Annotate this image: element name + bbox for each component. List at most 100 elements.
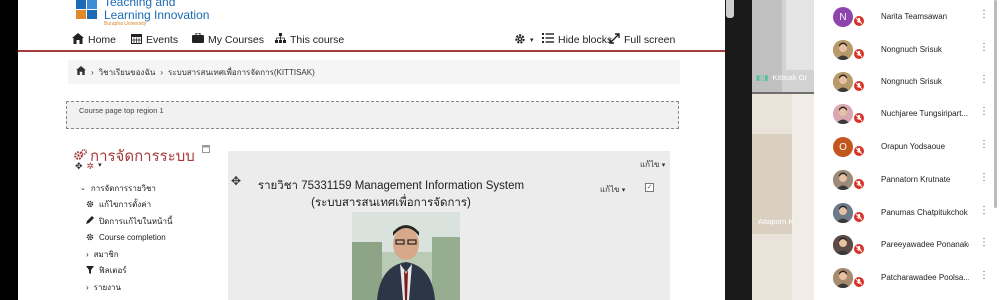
edit-menu-top[interactable]: แก้ไข ▾ [640,158,665,171]
expand-icon [609,33,620,47]
menu-item-label: การจัดการรายวิชา [90,183,156,193]
participant-name: Panumas Chatpitukchok [881,208,968,217]
participant-avatar: O [833,137,853,157]
participant-name: Pannatorn Krutnate [881,175,951,184]
caret-down-icon: ▾ [621,187,626,194]
participant-name: Nongnuch Srisuk [881,77,942,86]
edit-menu-section[interactable]: แก้ไข ▾ [600,183,625,196]
more-options-icon[interactable]: ⋮ [979,10,989,20]
menu-reports[interactable]: › รายงาน [80,279,240,296]
more-options-icon[interactable]: ⋮ [979,75,989,85]
participant-name: Patcharawadee Poolsa... [881,273,969,282]
menu-filters[interactable]: ฟิลเตอร์ [80,263,240,280]
more-options-icon[interactable]: ⋮ [979,107,989,117]
muted-mic-icon [853,276,865,288]
nav-this-course-label: This course [290,33,345,46]
caret-down-icon: ▾ [530,37,534,44]
participant-row[interactable]: Panumas Chatpitukchok ⋮ [814,197,1000,230]
gear-icon [514,33,526,48]
full-screen-button[interactable]: Full screen [609,33,675,47]
more-options-icon[interactable]: ⋮ [979,43,989,53]
home-icon [72,33,84,47]
more-options-icon[interactable]: ⋮ [979,271,989,281]
nav-home[interactable]: Home [72,33,116,47]
logo-line-1: Teaching and [104,0,176,9]
nav-events[interactable]: Events [131,33,178,47]
briefcase-icon [192,32,204,46]
chevron-right-icon: › [86,282,89,292]
participant-avatar [833,203,853,223]
home-icon[interactable] [76,66,86,78]
participant-name: Orapun Yodsaoue [881,142,946,151]
settings-menu-button[interactable]: ▾ [514,33,534,48]
menu-item-label: Course completion [99,233,166,243]
participant-row[interactable]: Nongnuch Srisuk ⋮ [814,34,1000,67]
participants-scrollbar[interactable] [994,0,999,300]
participant-avatar [833,40,853,60]
muted-mic-icon [853,211,865,223]
admin-block-title: การจัดการระบบ [90,148,195,165]
participant-avatar [833,235,853,255]
more-options-icon[interactable]: ⋮ [979,173,989,183]
course-title-line-1: รายวิชา 75331159 Management Information … [257,180,525,192]
participant-name: Narita Teamsawan [881,12,948,21]
muted-mic-icon [853,178,865,190]
menu-item-label: สมาชิก [93,249,119,259]
caret-down-icon: ▾ [661,162,666,169]
nav-this-course[interactable]: This course [275,33,344,46]
participants-list: N Narita Teamsawan ⋮ Nongnuch Srisuk ⋮ Nongnu… [814,0,1000,300]
participant-name: Pareeyawadee Ponanake [881,240,969,249]
more-options-icon[interactable]: ⋮ [979,140,989,150]
more-options-icon[interactable]: ⋮ [979,206,989,216]
menu-users[interactable]: › สมาชิก [80,246,240,263]
list-icon [542,33,554,46]
participant-avatar [833,72,853,92]
admin-menu: ⌄ การจัดการรายวิชา แก้ไขการตั้งค่า ปิดกา… [80,180,240,296]
block-settings-icon[interactable]: ✲ [87,161,95,172]
menu-turn-editing-off[interactable]: ปิดการแก้ไขในหน้านี้ [80,213,240,230]
edit-label: แก้ไข [600,185,620,194]
moodle-page: Teaching and Learning Innovation Burapha… [18,0,725,300]
gear-icon [86,233,94,243]
menu-course-completion[interactable]: Course completion [80,230,240,247]
move-icon[interactable]: ✥ [75,161,83,172]
window-scrollbar[interactable] [725,0,752,300]
left-black-strip [0,0,18,300]
breadcrumb-course[interactable]: ระบบสารสนเทศเพื่อการจัดการ(KITTISAK) [168,66,315,79]
participant-row[interactable]: Patcharawadee Poolsa... ⋮ [814,262,1000,295]
select-checkbox[interactable]: ✓ [645,183,654,192]
participant-name: Nongnuch Srisuk [881,45,942,54]
move-icon[interactable]: ✥ [231,174,241,188]
caret-down-icon[interactable]: ▾ [98,161,102,172]
chevron-right-icon: › [86,249,89,259]
participants-scrollbar-thumb[interactable] [994,0,997,208]
participant-row[interactable]: Pannatorn Krutnate ⋮ [814,164,1000,197]
nav-my-courses[interactable]: My Courses [192,32,264,46]
hide-blocks-button[interactable]: Hide blocks [542,33,612,46]
participant-row[interactable]: Pareeyawadee Ponanake ⋮ [814,229,1000,262]
scrollbar-thumb[interactable] [726,0,734,18]
breadcrumb-my-courses[interactable]: วิชาเรียนของฉัน [99,66,156,79]
filter-icon [86,265,94,276]
dock-block-icon[interactable] [202,145,210,155]
chevron-down-icon: ⌄ [80,185,86,193]
participant-row[interactable]: O Orapun Yodsaoue ⋮ [814,131,1000,164]
menu-course-admin[interactable]: ⌄ การจัดการรายวิชา [80,180,240,197]
menu-edit-settings[interactable]: แก้ไขการตั้งค่า [80,197,240,214]
participant-row[interactable]: N Narita Teamsawan ⋮ [814,1,1000,34]
logo-line-3: Burapha University [104,21,147,27]
menu-item-label: แก้ไขการตั้งค่า [99,200,152,210]
logo-line-2: Learning Innovation [104,8,210,22]
admin-block-tools: ✥ ✲ ▾ [75,161,102,172]
more-options-icon[interactable]: ⋮ [979,238,989,248]
muted-mic-icon [853,145,865,157]
screen: Teaching and Learning Innovation Burapha… [0,0,1000,300]
region-label: Course page top region 1 [79,106,164,115]
site-logo[interactable]: Teaching and Learning Innovation Burapha… [76,0,210,27]
participant-avatar [833,104,853,124]
participant-row[interactable]: Nuchjaree Tungsiripart... ⋮ [814,98,1000,131]
participant-row[interactable]: Nongnuch Srisuk ⋮ [814,66,1000,99]
hide-blocks-label: Hide blocks [558,33,613,46]
participant-avatar [833,170,853,190]
video-tile-2[interactable] [752,94,814,300]
